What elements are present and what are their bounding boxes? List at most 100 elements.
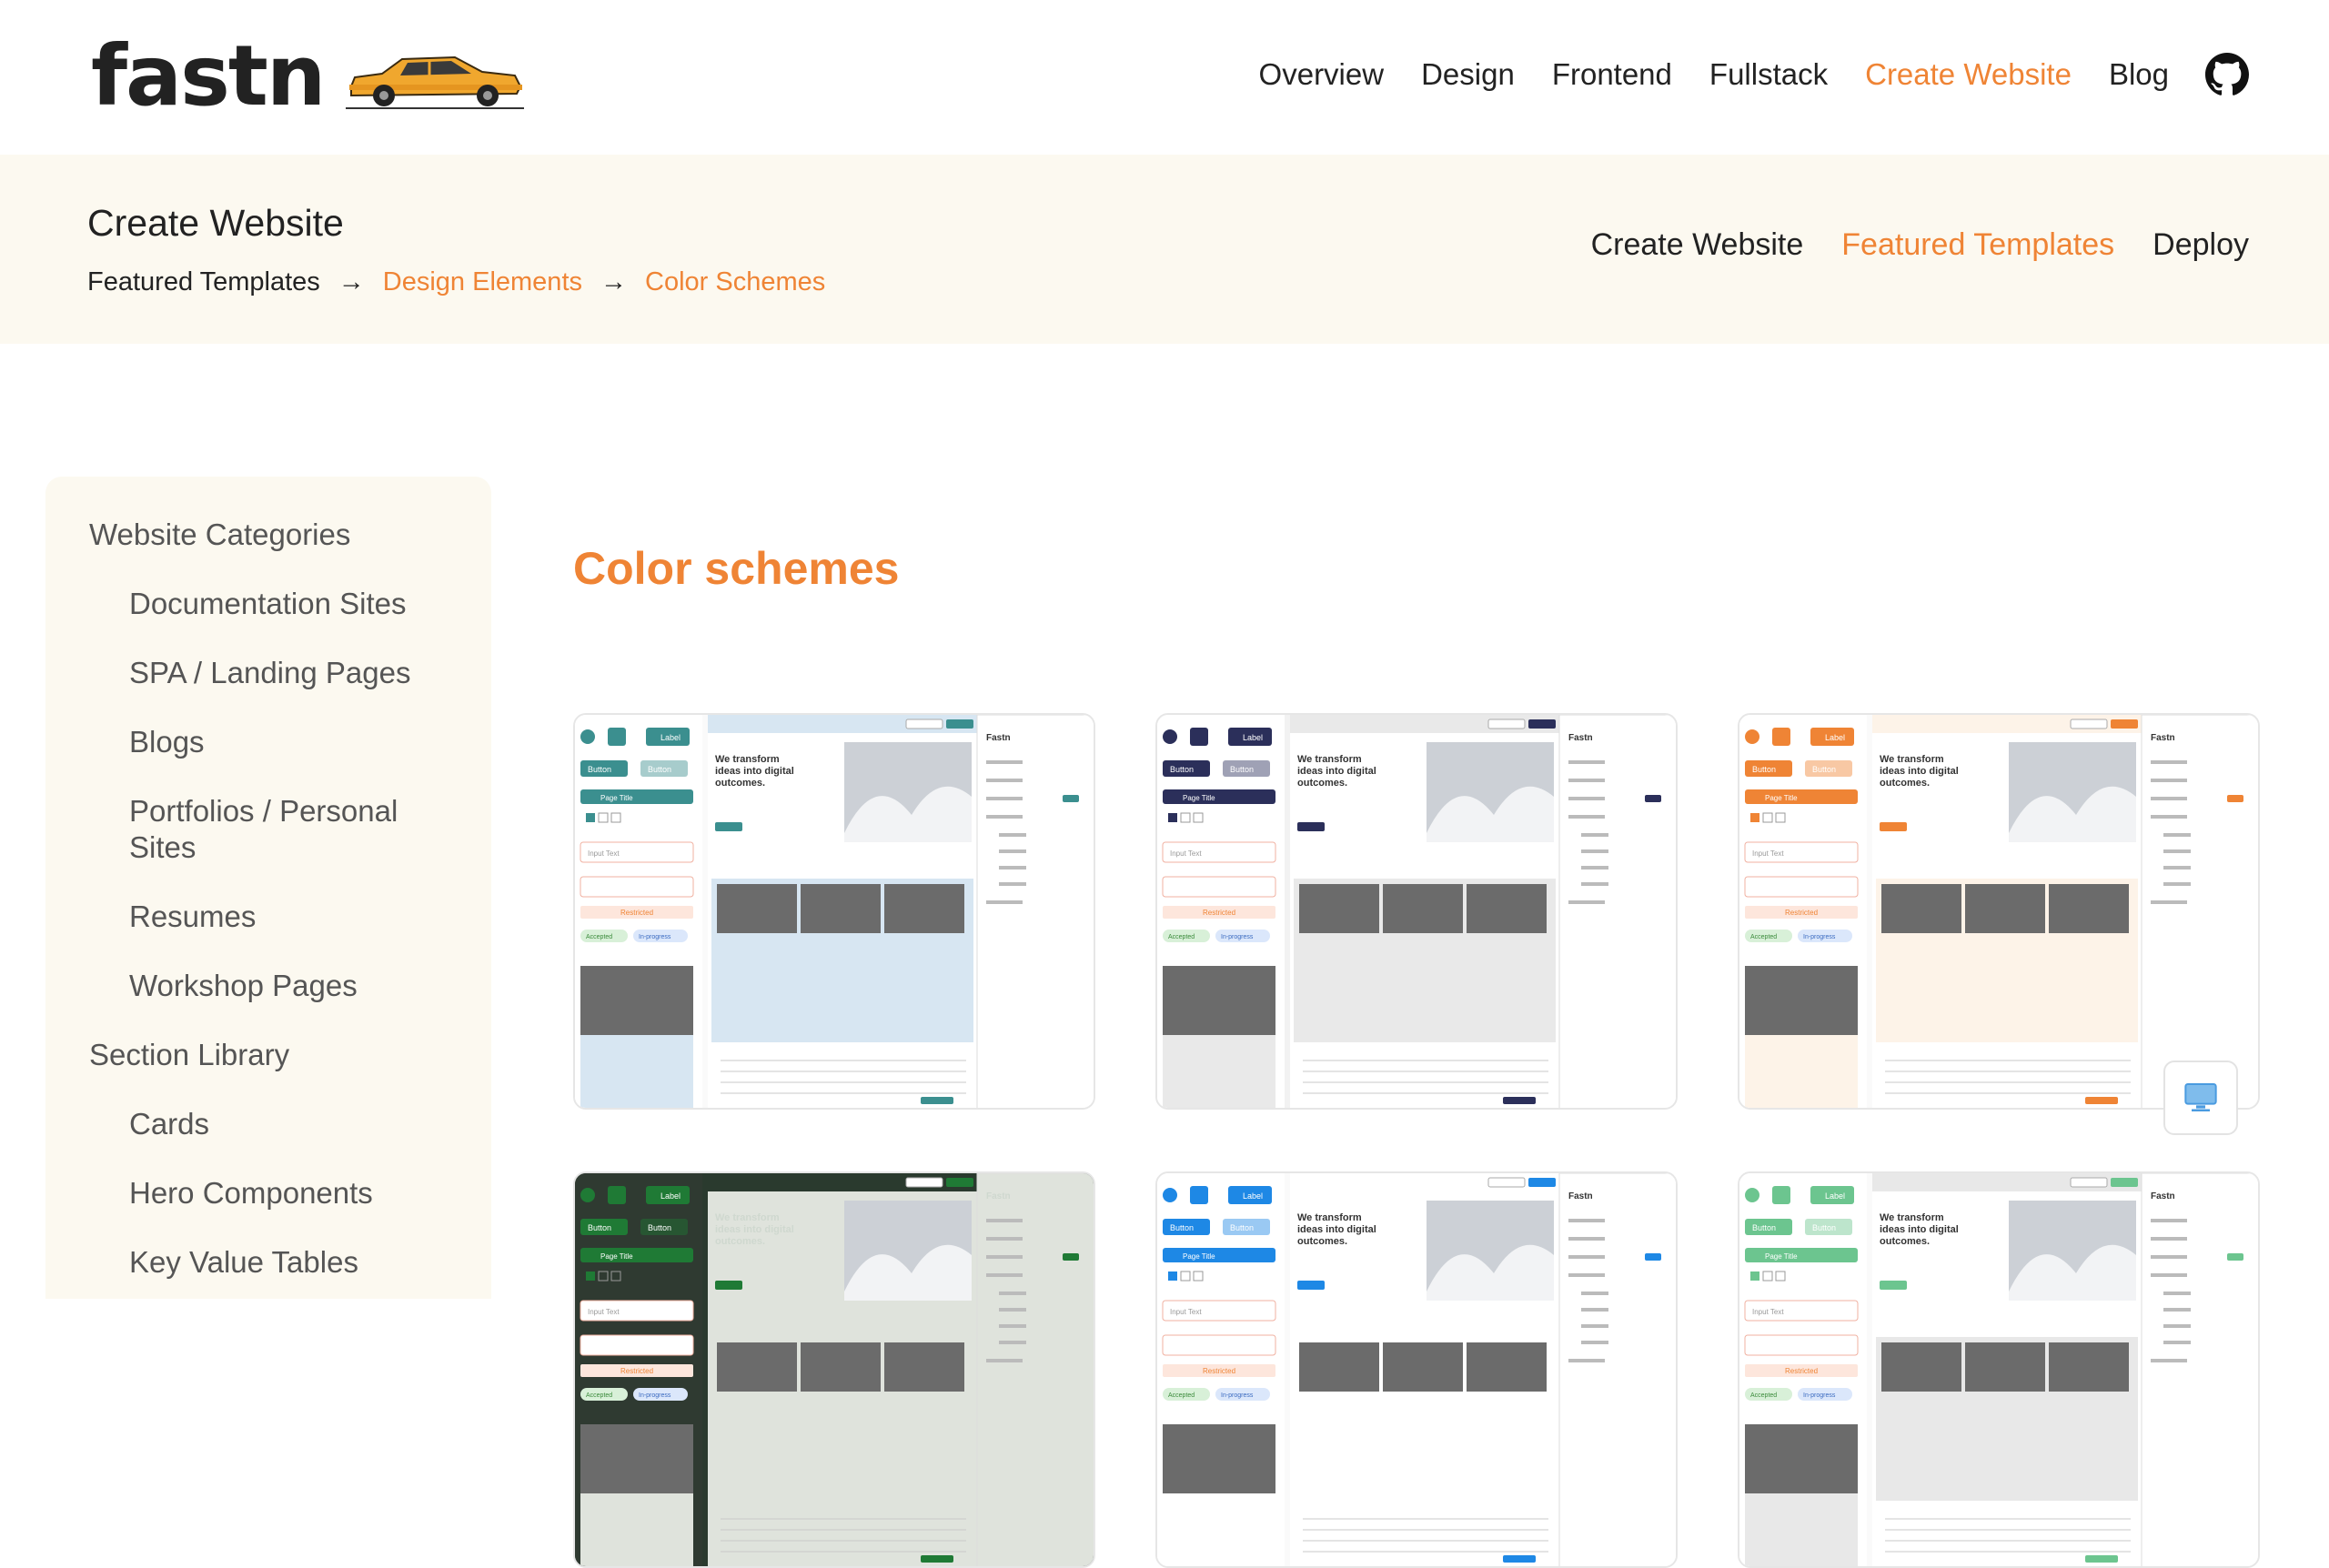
scheme-preview: Label Button Button Page Title Input Tex… [1157, 1173, 1676, 1566]
svg-text:Button: Button [1812, 765, 1836, 774]
svg-text:Input Text: Input Text [588, 849, 620, 858]
svg-text:In-progress: In-progress [1803, 934, 1836, 940]
nav-frontend[interactable]: Frontend [1552, 57, 1672, 92]
sidebar-item-blogs[interactable]: Blogs [129, 724, 205, 760]
svg-text:Restricted: Restricted [1785, 909, 1818, 917]
sidebar-item-documentation-sites[interactable]: Documentation Sites [129, 586, 407, 622]
svg-text:We transform: We transform [715, 754, 780, 765]
breadcrumb-color-schemes[interactable]: Color Schemes [645, 267, 825, 297]
svg-text:Label: Label [660, 1191, 681, 1201]
svg-text:Button: Button [1230, 765, 1254, 774]
svg-text:ideas into digital: ideas into digital [1297, 1224, 1376, 1235]
sidebar-item-section-library[interactable]: Section Library [89, 1037, 289, 1073]
svg-text:Button: Button [588, 765, 611, 774]
svg-text:We transform: We transform [1297, 754, 1362, 765]
svg-text:Label: Label [1243, 1191, 1263, 1201]
svg-text:outcomes.: outcomes. [715, 1236, 765, 1247]
svg-text:Accepted: Accepted [1750, 934, 1777, 940]
svg-text:ideas into digital: ideas into digital [1880, 1224, 1959, 1235]
svg-text:Button: Button [1752, 765, 1776, 774]
arrow-right-icon: → [600, 267, 627, 297]
color-scheme-card-orange[interactable]: Label Button Button Page Title Input Tex… [1738, 713, 2260, 1110]
svg-text:Input Text: Input Text [1752, 1308, 1784, 1316]
sidebar-item-spa-landing-pages[interactable]: SPA / Landing Pages [129, 655, 410, 691]
github-icon[interactable] [2205, 53, 2249, 96]
main-nav: Overview Design Frontend Fullstack Creat… [1222, 53, 2249, 96]
svg-text:ideas into digital: ideas into digital [715, 1224, 794, 1235]
sidebar-item-key-value-tables[interactable]: Key Value Tables [129, 1244, 358, 1281]
nav-design[interactable]: Design [1421, 57, 1515, 92]
svg-text:In-progress: In-progress [639, 934, 671, 940]
svg-text:In-progress: In-progress [1803, 1392, 1836, 1399]
svg-text:Fastn: Fastn [2151, 1191, 2175, 1201]
nav-create-website[interactable]: Create Website [1865, 57, 2072, 92]
sidebar-item-workshop-pages[interactable]: Workshop Pages [129, 968, 358, 1004]
svg-text:Input Text: Input Text [1170, 849, 1202, 858]
svg-text:Page Title: Page Title [1765, 794, 1798, 802]
svg-text:Restricted: Restricted [620, 1367, 653, 1375]
svg-text:Accepted: Accepted [586, 934, 612, 940]
svg-text:Fastn: Fastn [986, 733, 1011, 743]
color-scheme-card-teal[interactable]: Label Button Button Page Title Input Tex… [573, 713, 1095, 1110]
svg-text:Button: Button [1230, 1223, 1254, 1232]
svg-text:In-progress: In-progress [639, 1392, 671, 1399]
nav-fullstack[interactable]: Fullstack [1709, 57, 1828, 92]
color-scheme-card-green[interactable]: Label Button Button Page Title Input Tex… [573, 1171, 1095, 1568]
desktop-icon [2184, 1083, 2217, 1111]
svg-text:Input Text: Input Text [1752, 849, 1784, 858]
sidebar: Website Categories Documentation Sites S… [45, 477, 491, 1299]
svg-text:Restricted: Restricted [620, 909, 653, 917]
breadcrumb-design-elements[interactable]: Design Elements [383, 267, 582, 297]
tab-create-website[interactable]: Create Website [1591, 227, 1804, 263]
scheme-preview: Label Button Button Page Title Input Tex… [1739, 1173, 2258, 1566]
svg-text:Page Title: Page Title [1765, 1252, 1798, 1261]
svg-text:Fastn: Fastn [2151, 733, 2175, 743]
device-preview-button[interactable] [2163, 1060, 2238, 1135]
svg-text:Label: Label [1243, 733, 1263, 742]
car-icon [346, 55, 525, 109]
svg-text:Page Title: Page Title [1183, 794, 1215, 802]
svg-text:Button: Button [648, 1223, 671, 1232]
svg-text:We transform: We transform [1880, 754, 1944, 765]
svg-text:Fastn: Fastn [1568, 1191, 1593, 1201]
sidebar-item-hero-components[interactable]: Hero Components [129, 1175, 373, 1211]
sidebar-item-website-categories[interactable]: Website Categories [89, 517, 350, 553]
sidebar-item-portfolios[interactable]: Portfolios / Personal [129, 793, 398, 829]
logo[interactable]: fastn [91, 35, 525, 118]
svg-text:We transform: We transform [715, 1212, 780, 1223]
tab-deploy[interactable]: Deploy [2153, 227, 2249, 263]
section-title: Color schemes [573, 543, 900, 594]
scheme-preview: Label Button Button Page Title Input Tex… [1157, 715, 1676, 1108]
svg-text:Page Title: Page Title [600, 794, 633, 802]
svg-text:Label: Label [1825, 1191, 1845, 1201]
svg-text:Button: Button [1170, 765, 1194, 774]
svg-text:Accepted: Accepted [1168, 1392, 1195, 1399]
section-tabs: Create Website Featured Templates Deploy [1553, 227, 2249, 263]
nav-overview[interactable]: Overview [1259, 57, 1385, 92]
svg-text:Accepted: Accepted [586, 1392, 612, 1399]
sidebar-item-resumes[interactable]: Resumes [129, 899, 256, 935]
breadcrumb: Featured Templates → Design Elements → C… [87, 267, 825, 297]
sidebar-item-cards[interactable]: Cards [129, 1106, 209, 1142]
svg-text:In-progress: In-progress [1221, 934, 1254, 940]
color-scheme-card-mint[interactable]: Label Button Button Page Title Input Tex… [1738, 1171, 2260, 1568]
nav-blog[interactable]: Blog [2109, 57, 2169, 92]
scheme-preview: Label Button Button Page Title Input Tex… [575, 1173, 1094, 1566]
tab-featured-templates[interactable]: Featured Templates [1841, 227, 2114, 263]
sidebar-item-portfolios-line2[interactable]: Sites [129, 829, 196, 866]
color-scheme-card-blue[interactable]: Label Button Button Page Title Input Tex… [1155, 1171, 1678, 1568]
svg-text:ideas into digital: ideas into digital [1880, 766, 1959, 777]
svg-text:Restricted: Restricted [1785, 1367, 1818, 1375]
svg-text:Button: Button [1170, 1223, 1194, 1232]
svg-text:We transform: We transform [1880, 1212, 1944, 1223]
svg-text:Button: Button [588, 1223, 611, 1232]
svg-text:Input Text: Input Text [588, 1308, 620, 1316]
scheme-preview: Label Button Button Page Title Input Tex… [1739, 715, 2258, 1108]
svg-text:Accepted: Accepted [1750, 1392, 1777, 1399]
color-scheme-card-navy[interactable]: Label Button Button Page Title Input Tex… [1155, 713, 1678, 1110]
svg-text:We transform: We transform [1297, 1212, 1362, 1223]
svg-text:Fastn: Fastn [1568, 733, 1593, 743]
svg-text:Button: Button [648, 765, 671, 774]
breadcrumb-featured-templates[interactable]: Featured Templates [87, 267, 320, 297]
page-title: Create Website [87, 202, 344, 244]
